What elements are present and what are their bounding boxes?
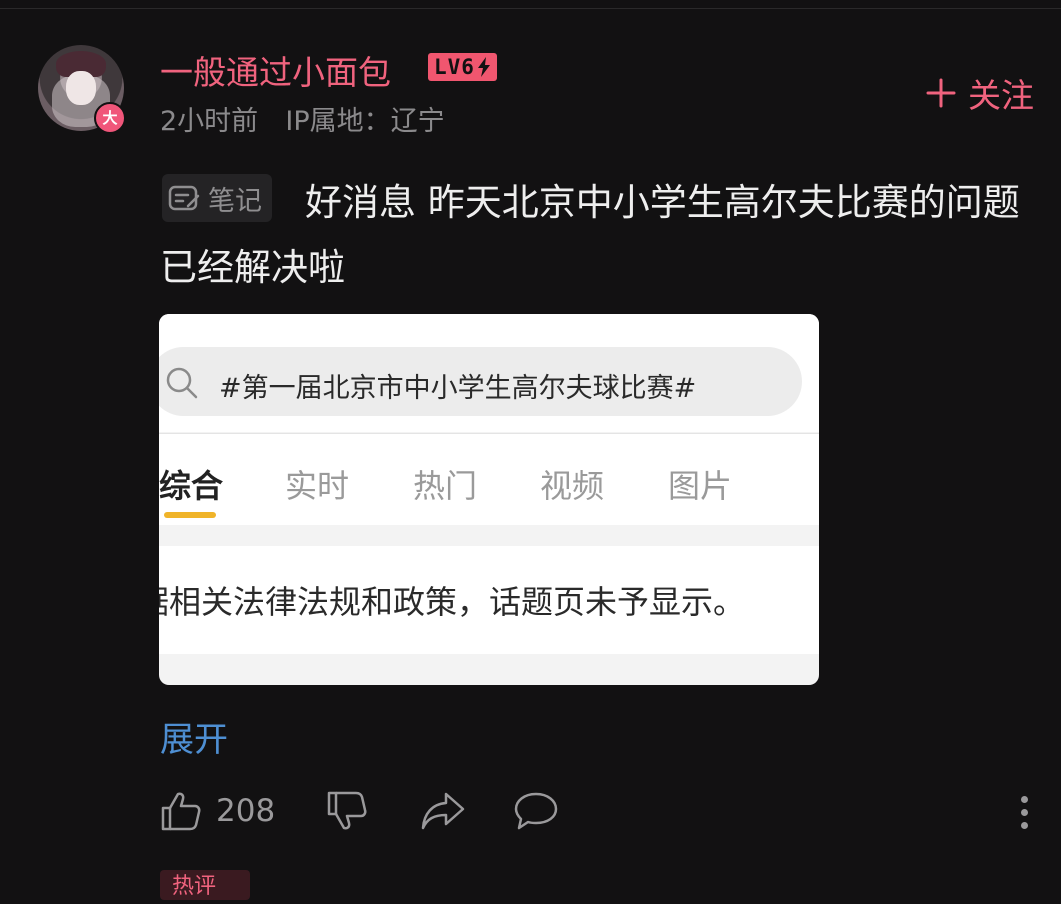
tab-comprehensive: 综合 bbox=[159, 467, 224, 505]
note-icon bbox=[168, 185, 200, 211]
embedded-screenshot[interactable]: #第一届北京市中小学生高尔夫球比赛# 综合 实时 热门 视频 图片 据相关法律法… bbox=[159, 314, 819, 685]
note-tag-label: 笔记 bbox=[208, 185, 262, 217]
more-icon[interactable] bbox=[1014, 796, 1034, 829]
tab-hot: 热门 bbox=[413, 467, 478, 505]
notice-text: 据相关法律法规和政策，话题页未予显示。 bbox=[159, 583, 746, 621]
share-button[interactable] bbox=[420, 790, 466, 832]
post-meta: 2小时前 IP属地：辽宁 bbox=[160, 99, 445, 138]
avatar-face bbox=[66, 71, 96, 105]
more-dot bbox=[1020, 796, 1028, 803]
search-icon bbox=[166, 367, 198, 399]
level-text: LV6 bbox=[434, 55, 475, 79]
more-dot bbox=[1020, 809, 1028, 816]
search-area: #第一届北京市中小学生高尔夫球比赛# bbox=[159, 314, 819, 432]
like-count: 208 bbox=[216, 793, 276, 829]
level-badge: LV6 bbox=[428, 53, 497, 81]
search-query: #第一届北京市中小学生高尔夫球比赛# bbox=[219, 373, 697, 404]
follow-button[interactable]: 关注 bbox=[926, 69, 1034, 117]
post-time: 2小时前 bbox=[160, 106, 259, 137]
thumbs-down-icon bbox=[327, 791, 367, 830]
dislike-button[interactable] bbox=[326, 790, 368, 832]
like-button[interactable]: 208 bbox=[160, 790, 275, 832]
follow-label: 关注 bbox=[968, 76, 1034, 115]
notice-area: 据相关法律法规和政策，话题页未予显示。 bbox=[159, 546, 819, 654]
tab-video: 视频 bbox=[540, 467, 605, 505]
ip-location: IP属地：辽宁 bbox=[285, 106, 445, 137]
hot-tag: 热评 bbox=[160, 870, 250, 900]
plus-icon bbox=[926, 78, 956, 108]
comment-button[interactable] bbox=[513, 790, 559, 832]
comment-icon bbox=[514, 792, 558, 830]
share-icon bbox=[421, 792, 465, 830]
tab-images: 图片 bbox=[668, 467, 733, 505]
expand-link[interactable]: 展开 bbox=[160, 712, 228, 761]
tab-active-underline bbox=[164, 512, 216, 518]
lightning-icon bbox=[477, 57, 490, 77]
note-tag[interactable]: 笔记 bbox=[162, 174, 272, 222]
post-text: 好消息 昨天北京中小学生高尔夫比赛的问题已经解决啦 bbox=[160, 181, 1020, 289]
thumbs-up-icon bbox=[161, 792, 201, 831]
username[interactable]: 一般通过小面包 bbox=[160, 46, 391, 94]
tab-realtime: 实时 bbox=[285, 467, 350, 505]
avatar-badge: 大 bbox=[94, 102, 126, 134]
top-divider bbox=[0, 8, 1061, 9]
more-dot bbox=[1020, 822, 1028, 829]
tab-bar: 综合 实时 热门 视频 图片 bbox=[159, 433, 819, 525]
